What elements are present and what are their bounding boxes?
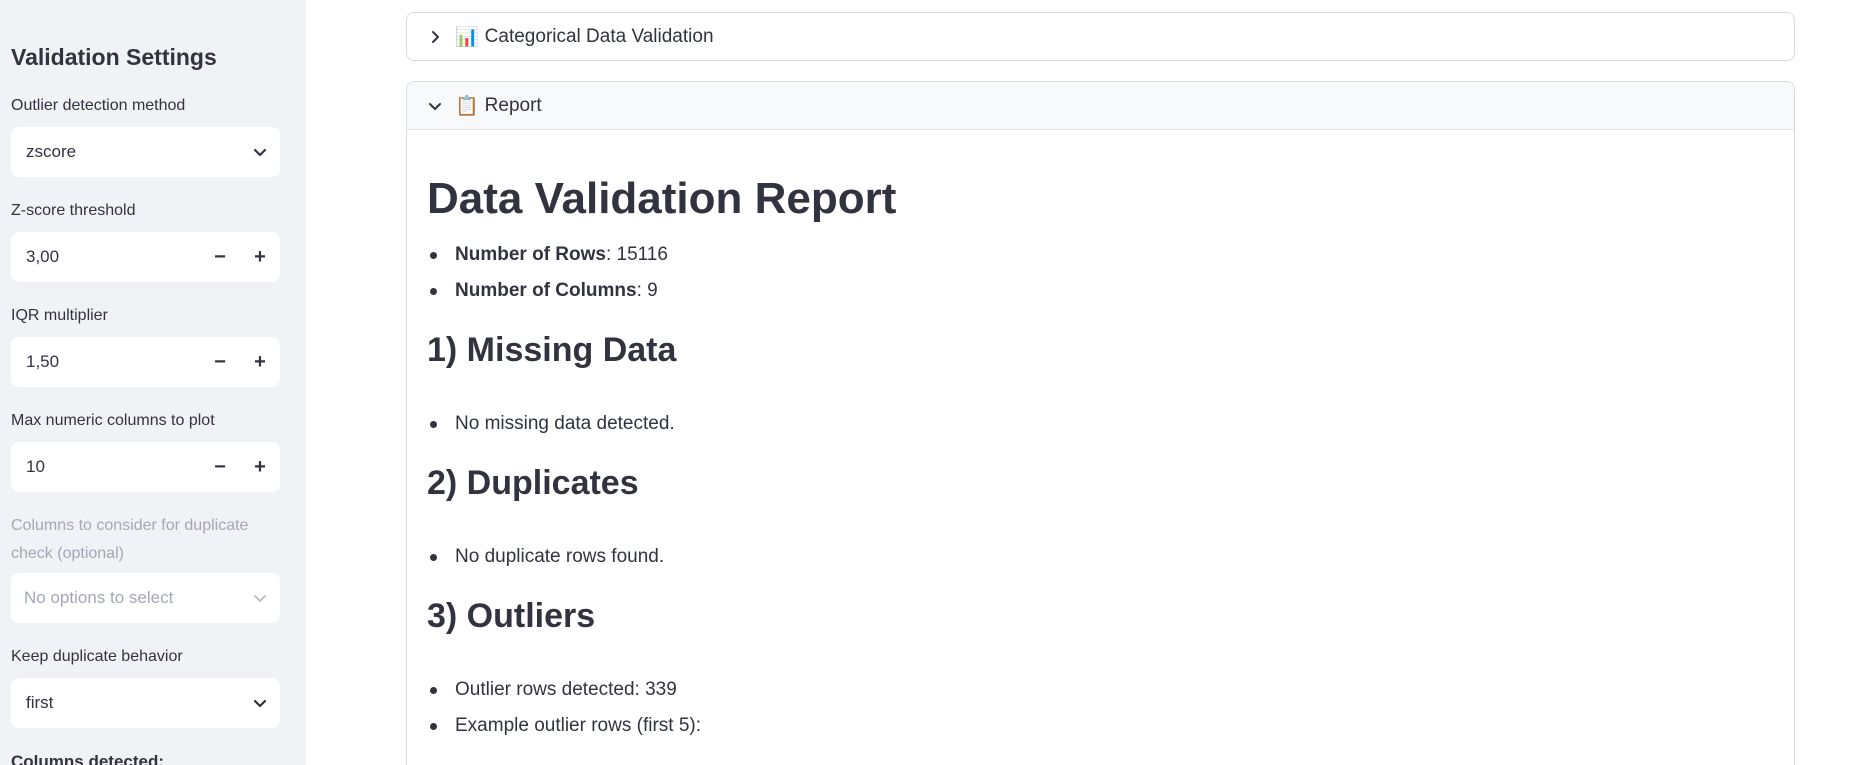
zscore-decrement-button[interactable]: − — [200, 232, 240, 282]
zscore-threshold-label: Z-score threshold — [11, 202, 136, 219]
list-item: No missing data detected. — [427, 413, 675, 435]
max-numeric-stepper: 10 − + — [11, 442, 280, 492]
main-content: 📊 Categorical Data Validation 📋 Report D… — [306, 0, 1865, 765]
max-numeric-label: Max numeric columns to plot — [11, 412, 215, 429]
chevron-down-icon — [240, 573, 280, 623]
chevron-down-icon — [240, 678, 280, 728]
categorical-expander[interactable]: 📊 Categorical Data Validation — [406, 12, 1795, 61]
clipboard-icon: 📋 — [455, 95, 479, 117]
keep-dup-select[interactable]: first — [11, 678, 280, 728]
outliers-count-item: Outlier rows detected: 339 — [455, 679, 677, 700]
chevron-down-icon — [240, 127, 280, 177]
iqr-multiplier-label: IQR multiplier — [11, 307, 108, 324]
columns-detected-label: Columns detected: — [11, 752, 165, 765]
dup-columns-multiselect[interactable]: No options to select — [11, 573, 280, 623]
dup-columns-label: Columns to consider for duplicate check … — [11, 517, 249, 562]
bullet — [430, 553, 437, 561]
list-item: Outlier rows detected: 339 — [427, 679, 677, 701]
report-expander-title: Report — [484, 94, 542, 116]
list-item: No duplicate rows found. — [427, 546, 664, 568]
outliers-example-item: Example outlier rows (first 5): — [455, 715, 702, 736]
bullet — [430, 251, 437, 259]
list-item: Number of Columns : 9 — [427, 280, 658, 302]
sidebar: Validation Settings Outlier detection me… — [0, 0, 306, 765]
rows-label: Number of Rows — [455, 244, 606, 265]
max-numeric-input[interactable]: 10 — [11, 457, 200, 477]
report-heading: Data Validation Report — [427, 174, 897, 223]
outlier-method-label: Outlier detection method — [11, 97, 186, 114]
keep-dup-value: first — [26, 693, 54, 712]
duplicates-item: No duplicate rows found. — [455, 546, 665, 567]
max-numeric-decrement-button[interactable]: − — [200, 442, 240, 492]
bullet — [430, 686, 437, 694]
sidebar-title: Validation Settings — [11, 44, 217, 70]
iqr-decrement-button[interactable]: − — [200, 337, 240, 387]
bullet — [430, 287, 437, 295]
missing-item: No missing data detected. — [455, 413, 675, 434]
rows-value: : 15116 — [605, 244, 668, 265]
zscore-threshold-stepper: 3,00 − + — [11, 232, 280, 282]
keep-dup-label: Keep duplicate behavior — [11, 648, 183, 665]
report-expander-header[interactable]: 📋 Report — [407, 82, 1794, 130]
duplicates-heading: 2) Duplicates — [427, 464, 639, 502]
bullet — [430, 722, 437, 730]
cols-value: : 9 — [636, 280, 658, 301]
max-numeric-increment-button[interactable]: + — [240, 442, 280, 492]
outlier-method-value: zscore — [26, 142, 77, 161]
report-expander: 📋 Report Data Validation Report Number o… — [406, 81, 1795, 765]
list-item: Number of Rows : 15116 — [427, 244, 668, 266]
missing-heading: 1) Missing Data — [427, 331, 677, 369]
zscore-increment-button[interactable]: + — [240, 232, 280, 282]
categorical-expander-header[interactable]: 📊 Categorical Data Validation — [407, 13, 1794, 61]
iqr-increment-button[interactable]: + — [240, 337, 280, 387]
bullet — [430, 420, 437, 428]
cols-label: Number of Columns — [455, 280, 637, 301]
zscore-threshold-input[interactable]: 3,00 — [11, 247, 200, 267]
iqr-multiplier-stepper: 1,50 − + — [11, 337, 280, 387]
list-item: Example outlier rows (first 5): — [427, 715, 701, 737]
outliers-heading: 3) Outliers — [427, 597, 596, 635]
dup-columns-placeholder: No options to select — [24, 588, 174, 607]
iqr-multiplier-input[interactable]: 1,50 — [11, 352, 200, 372]
outlier-method-select[interactable]: zscore — [11, 127, 280, 177]
chevron-down-icon — [425, 96, 445, 116]
categorical-expander-title: Categorical Data Validation — [484, 26, 714, 47]
chevron-right-icon — [425, 27, 445, 47]
chart-icon: 📊 — [455, 27, 479, 48]
